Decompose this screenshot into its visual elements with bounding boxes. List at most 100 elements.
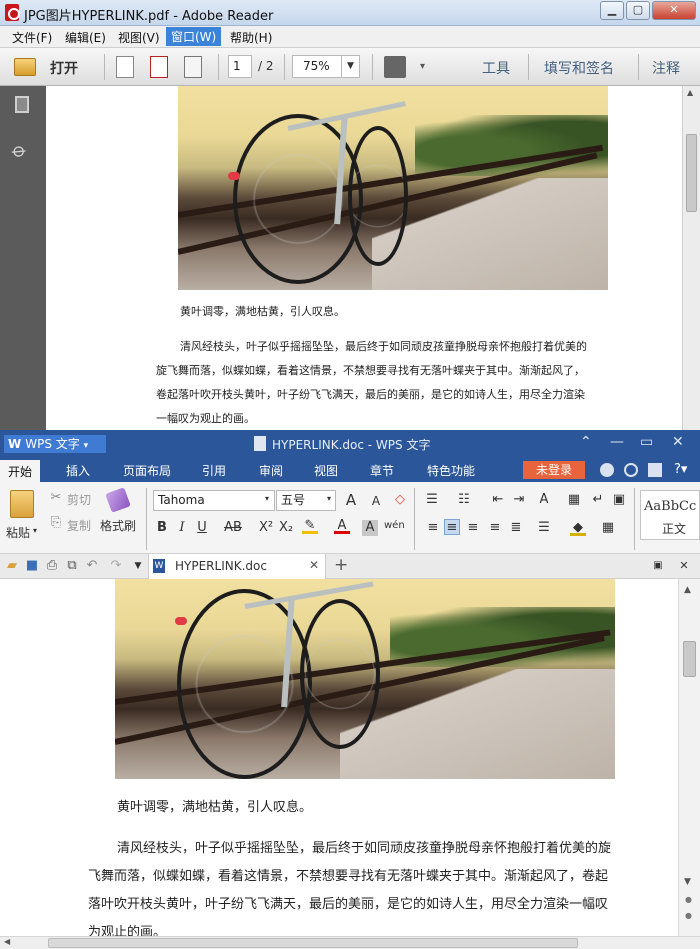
copy-button[interactable]: 复制	[67, 517, 91, 534]
line-spacing-icon[interactable]: ☰	[536, 520, 552, 536]
italic-icon[interactable]: I	[174, 520, 190, 536]
page-thumbnails-icon[interactable]	[15, 96, 29, 113]
page-number-field[interactable]: 1	[228, 55, 252, 78]
menu-edit[interactable]: 编辑(E)	[65, 29, 106, 46]
highlight-icon[interactable]: ✎	[302, 518, 318, 534]
decrease-indent-icon[interactable]: ⇤	[490, 492, 506, 508]
tab-home[interactable]: 开始	[0, 460, 41, 482]
open-folder-icon[interactable]: ▰	[4, 558, 20, 574]
fullscreen-icon[interactable]	[384, 56, 406, 78]
maximize-icon[interactable]: ▭	[640, 434, 653, 450]
menu-file[interactable]: 文件(F)	[12, 29, 52, 46]
select-browse-icon[interactable]: ●	[685, 911, 692, 920]
toolbar-more-icon[interactable]: ▾	[420, 61, 425, 72]
tools-pane-button[interactable]: 工具	[482, 58, 510, 78]
text-box-icon[interactable]: ▣	[611, 492, 627, 508]
save-icon[interactable]: ■	[24, 558, 40, 574]
numbered-list-icon[interactable]: ☷	[456, 492, 472, 508]
tab-view[interactable]: 视图	[314, 462, 338, 479]
tab-review[interactable]: 审阅	[259, 462, 283, 479]
minimize-icon[interactable]: ▁	[600, 1, 624, 20]
collapse-ribbon-icon[interactable]: ⌃	[580, 434, 592, 450]
login-button[interactable]: 未登录	[523, 461, 585, 479]
paragraph-shading-icon[interactable]: ◆	[570, 520, 586, 536]
scroll-up-icon[interactable]: ▲	[687, 88, 693, 97]
format-painter-icon[interactable]	[105, 487, 131, 513]
undo-icon[interactable]: ↶	[84, 558, 100, 574]
wps-vertical-scrollbar[interactable]: ▲ ▼ ● ●	[678, 579, 700, 936]
tab-references[interactable]: 引用	[202, 462, 226, 479]
maximize-icon[interactable]: ▢	[626, 1, 650, 20]
create-pdf-icon[interactable]	[116, 56, 134, 78]
wps-horizontal-scrollbar[interactable]: ◀	[0, 936, 700, 949]
wps-app-menu-button[interactable]: W WPS 文字 ▾	[4, 435, 106, 453]
chevron-down-icon[interactable]: ▾	[265, 494, 269, 503]
align-left-icon[interactable]: ≡	[425, 520, 441, 536]
edit-pdf-icon[interactable]	[184, 56, 202, 78]
print-preview-icon[interactable]: ⧉	[64, 558, 80, 574]
export-pdf-icon[interactable]	[150, 56, 168, 78]
close-icon[interactable]: ✕	[652, 1, 696, 20]
increase-indent-icon[interactable]: ⇥	[511, 492, 527, 508]
fill-sign-pane-button[interactable]: 填写和签名	[544, 58, 614, 78]
attachments-icon[interactable]: ⌀	[8, 137, 33, 163]
chevron-down-icon[interactable]: ▾	[327, 494, 331, 503]
wps-scroll-thumb[interactable]	[683, 641, 696, 677]
menu-help[interactable]: 帮助(H)	[230, 29, 272, 46]
scroll-down-icon[interactable]: ▼	[684, 877, 691, 887]
prev-page-icon[interactable]: ●	[685, 895, 692, 904]
tab-page-layout[interactable]: 页面布局	[123, 462, 171, 479]
font-color-icon[interactable]: A	[334, 518, 350, 534]
scroll-left-icon[interactable]: ◀	[4, 937, 10, 946]
format-painter-button[interactable]: 格式刷	[100, 517, 136, 534]
paste-icon[interactable]	[10, 490, 34, 518]
close-tab-icon[interactable]: ✕	[309, 558, 319, 572]
clear-format-icon[interactable]: ◇	[392, 492, 408, 508]
font-name-select[interactable]: Tahoma	[153, 490, 275, 511]
borders-icon[interactable]: ▦	[600, 520, 616, 536]
reader-scroll-thumb[interactable]	[686, 134, 697, 212]
paste-button[interactable]: 粘贴	[6, 524, 30, 541]
distributed-icon[interactable]: ≣	[508, 520, 524, 536]
cut-button[interactable]: 剪切	[67, 491, 91, 508]
sync-icon[interactable]	[624, 463, 638, 477]
bullet-list-icon[interactable]: ☰	[424, 492, 440, 508]
table-grid-icon[interactable]: ▦	[566, 492, 582, 508]
reader-document-view[interactable]: 黄叶调零，满地枯黄，引人叹息。 清风经枝头，叶子似乎摇摇坠坠，最后终于如同顽皮孩…	[46, 86, 682, 430]
underline-icon[interactable]: U	[194, 520, 210, 536]
scroll-up-icon[interactable]: ▲	[684, 585, 691, 595]
superscript-icon[interactable]: X²	[258, 520, 274, 536]
menu-view[interactable]: 视图(V)	[118, 29, 160, 46]
wps-hscroll-thumb[interactable]	[48, 938, 578, 948]
print-icon[interactable]: ⎙	[44, 558, 60, 574]
tab-insert[interactable]: 插入	[66, 462, 90, 479]
redo-icon[interactable]: ↷	[108, 558, 124, 574]
bold-icon[interactable]: B	[154, 520, 170, 536]
open-folder-icon[interactable]	[14, 58, 36, 76]
open-button[interactable]: 打开	[50, 58, 78, 78]
chevron-down-icon[interactable]: ▾	[33, 526, 37, 535]
chinese-layout-icon[interactable]: A	[536, 492, 552, 508]
document-tab[interactable]: W HYPERLINK.doc ✕	[148, 554, 326, 579]
zoom-dropdown-icon[interactable]: ▼	[341, 56, 359, 77]
justify-icon[interactable]: ≡	[487, 520, 503, 536]
align-center-icon[interactable]: ≡	[444, 519, 460, 535]
close-document-icon[interactable]: ✕	[676, 558, 692, 574]
comment-pane-button[interactable]: 注释	[652, 58, 680, 78]
tab-chapter[interactable]: 章节	[370, 462, 394, 479]
char-shading-icon[interactable]: A	[362, 520, 378, 536]
tab-list-icon[interactable]: ▣	[650, 558, 666, 574]
menu-window[interactable]: 窗口(W)	[166, 27, 222, 46]
new-tab-icon[interactable]: +	[334, 555, 348, 575]
minimize-icon[interactable]: —	[610, 434, 624, 450]
close-icon[interactable]: ✕	[672, 434, 684, 450]
subscript-icon[interactable]: X₂	[278, 520, 294, 536]
tab-special-features[interactable]: 特色功能	[427, 462, 475, 479]
strikethrough-icon[interactable]: AB	[222, 520, 244, 536]
shirt-icon[interactable]	[648, 463, 662, 477]
skin-icon[interactable]	[600, 463, 614, 477]
reader-vertical-scrollbar[interactable]: ▲	[682, 86, 700, 430]
chevron-down-icon[interactable]: ▼	[130, 558, 146, 574]
shrink-font-icon[interactable]: A	[368, 493, 384, 509]
phonetic-guide-icon[interactable]: wén	[384, 518, 405, 534]
